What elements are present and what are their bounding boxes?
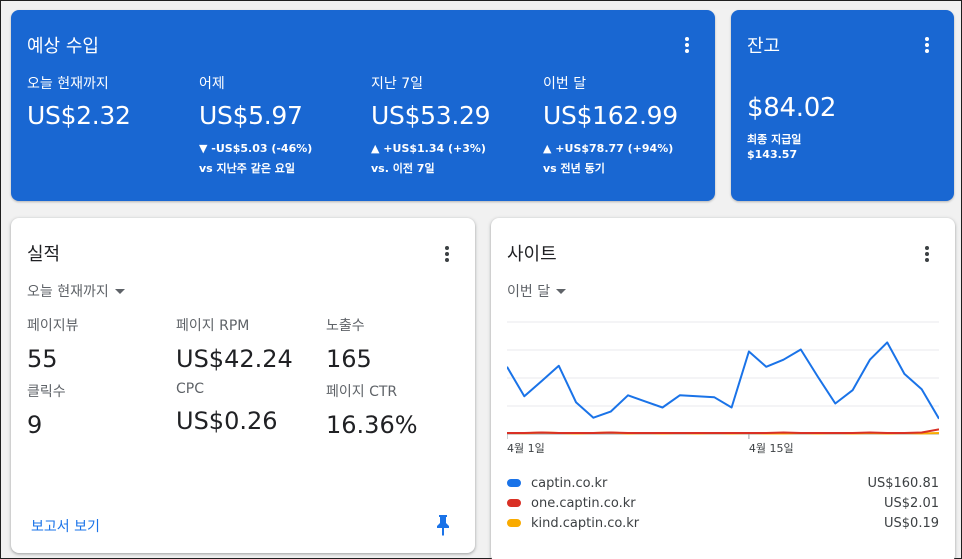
metric-comparison: vs. 이전 7일 — [371, 162, 435, 175]
metric-value: US$53.29 — [371, 101, 491, 130]
more-vert-icon[interactable] — [915, 33, 939, 57]
sites-title: 사이트 — [507, 244, 557, 265]
metric-value: US$2.32 — [27, 101, 131, 130]
view-report-link[interactable]: 보고서 보기 — [31, 516, 100, 536]
perf-label: CPC — [176, 381, 204, 397]
perf-label: 페이지뷰 — [27, 318, 79, 334]
series-line-captin-co-kr — [507, 341, 939, 420]
metric-yesterday: 어제 US$5.97 ▼ -US$5.03 (-46%) vs 지난주 같은 요… — [199, 73, 312, 176]
metric-delta: ▲ +US$78.77 (+94%) — [543, 142, 674, 155]
caret-down-icon — [114, 288, 125, 294]
metric-delta: ▲ +US$1.34 (+3%) — [371, 142, 486, 155]
sites-line-chart: 4월 1일 4월 15일 — [507, 321, 939, 455]
legend-site-name: kind.captin.co.kr — [531, 515, 640, 531]
metric-this-month: 이번 달 US$162.99 ▲ +US$78.77 (+94%) vs 전년 … — [543, 73, 678, 176]
perf-page-ctr: 페이지 CTR 16.36% — [326, 381, 418, 439]
metric-today: 오늘 현재까지 US$2.32 — [27, 73, 131, 130]
perf-value: US$0.26 — [176, 407, 278, 435]
last-payment-amount: $143.57 — [747, 148, 798, 161]
legend-swatch — [507, 499, 521, 507]
legend-swatch — [507, 519, 521, 527]
period-label: 오늘 현재까지 — [27, 284, 109, 300]
estimated-earnings-title: 예상 수입 — [27, 36, 99, 57]
more-vert-icon[interactable] — [435, 242, 459, 266]
metric-comparison: vs 지난주 같은 요일 — [199, 162, 296, 175]
metric-comparison: vs 전년 동기 — [543, 162, 605, 175]
legend-site-name: captin.co.kr — [531, 475, 608, 491]
perf-label: 클릭수 — [27, 384, 66, 400]
x-tick-label: 4월 15일 — [749, 441, 794, 455]
perf-value: 9 — [27, 411, 43, 439]
metric-label: 이번 달 — [543, 76, 587, 92]
dashboard-frame: 예상 수입 오늘 현재까지 US$2.32 어제 US$5.97 ▼ -US$5… — [0, 0, 962, 559]
balance-value: $84.02 — [747, 93, 837, 123]
series-line-one-captin-co-kr — [507, 428, 939, 434]
legend-site-value: US$0.19 — [884, 515, 939, 531]
period-label: 이번 달 — [507, 284, 551, 300]
estimated-earnings-card: 예상 수입 오늘 현재까지 US$2.32 어제 US$5.97 ▼ -US$5… — [11, 10, 715, 201]
balance-title: 잔고 — [747, 36, 781, 57]
perf-value: US$42.24 — [176, 345, 293, 373]
perf-cpc: CPC US$0.26 — [176, 381, 278, 435]
perf-pageviews: 페이지뷰 55 — [27, 315, 79, 373]
more-vert-icon[interactable] — [915, 242, 939, 266]
x-tick-label: 4월 1일 — [507, 441, 545, 455]
perf-value: 55 — [27, 345, 58, 373]
legend-site-value: US$2.01 — [884, 495, 939, 511]
perf-label: 노출수 — [326, 318, 365, 334]
legend-site-value: US$160.81 — [867, 475, 939, 491]
sites-period-dropdown[interactable]: 이번 달 — [507, 281, 567, 301]
last-payment-label: 최종 지급일 — [747, 133, 802, 146]
perf-clicks: 클릭수 9 — [27, 381, 66, 439]
legend-swatch — [507, 479, 521, 487]
caret-down-icon — [556, 288, 567, 294]
metric-value: US$162.99 — [543, 101, 678, 130]
perf-impressions: 노출수 165 — [326, 315, 372, 373]
legend-row: captin.co.kr US$160.81 — [507, 474, 939, 492]
more-vert-icon[interactable] — [675, 33, 699, 57]
metric-label: 지난 7일 — [371, 76, 423, 92]
performance-title: 실적 — [27, 244, 61, 265]
metric-label: 어제 — [199, 76, 225, 92]
performance-period-dropdown[interactable]: 오늘 현재까지 — [27, 281, 125, 301]
perf-page-rpm: 페이지 RPM US$42.24 — [176, 315, 293, 373]
metric-last-7-days: 지난 7일 US$53.29 ▲ +US$1.34 (+3%) vs. 이전 7… — [371, 73, 491, 176]
perf-value: 165 — [326, 345, 372, 373]
balance-card: 잔고 $84.02 최종 지급일 $143.57 — [731, 10, 954, 201]
perf-label: 페이지 CTR — [326, 384, 398, 400]
pin-icon[interactable] — [435, 514, 451, 540]
perf-label: 페이지 RPM — [176, 318, 250, 334]
legend-row: kind.captin.co.kr US$0.19 — [507, 514, 939, 532]
metric-delta: ▼ -US$5.03 (-46%) — [199, 142, 313, 155]
perf-value: 16.36% — [326, 411, 418, 439]
metric-value: US$5.97 — [199, 101, 303, 130]
legend-row: one.captin.co.kr US$2.01 — [507, 494, 939, 512]
performance-card: 실적 오늘 현재까지 페이지뷰 55 페이지 RPM US$42.24 노출수 … — [11, 218, 475, 553]
sites-card: 사이트 이번 달 4월 1일 4월 15일 captin.co.kr US$160… — [491, 218, 955, 559]
metric-label: 오늘 현재까지 — [27, 76, 109, 92]
legend-site-name: one.captin.co.kr — [531, 495, 636, 511]
